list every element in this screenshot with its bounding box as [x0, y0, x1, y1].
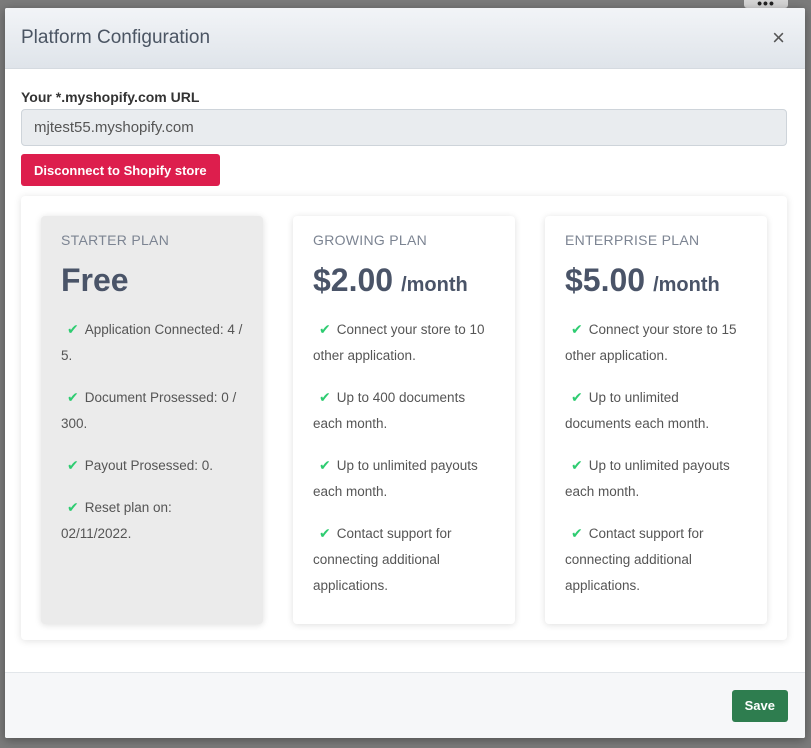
- background-menu-button: •••: [744, 0, 788, 11]
- feature-item: ✔ Contact support for connecting addition…: [565, 520, 747, 599]
- modal-body: Your *.myshopify.com URL Disconnect to S…: [5, 69, 805, 640]
- close-icon[interactable]: ×: [772, 27, 785, 49]
- check-icon: ✔: [319, 389, 331, 405]
- check-icon: ✔: [67, 389, 79, 405]
- feature-item: ✔ Document Prosessed: 0 / 300.: [61, 384, 243, 437]
- price-amount: $2.00: [313, 262, 394, 298]
- feature-text: Payout Prosessed: 0.: [84, 458, 214, 473]
- feature-text: Up to unlimited payouts each month.: [313, 458, 478, 499]
- feature-text: Contact support for connecting additiona…: [565, 526, 704, 593]
- plan-name: ENTERPRISE PLAN: [565, 232, 700, 248]
- plans-panel: STARTER PLAN Free ✔ Application Connected…: [21, 196, 787, 640]
- feature-item: ✔ Up to unlimited documents each month.: [565, 384, 747, 437]
- feature-text: Document Prosessed: 0 / 300.: [61, 390, 237, 431]
- platform-configuration-modal: Platform Configuration × Your *.myshopif…: [5, 8, 805, 738]
- feature-list: ✔ Connect your store to 15 other applicat…: [565, 316, 747, 599]
- check-icon: ✔: [319, 457, 331, 473]
- shopify-url-input[interactable]: [21, 109, 787, 146]
- modal-footer: Save: [5, 672, 805, 738]
- more-icon: •••: [757, 0, 775, 11]
- feature-item: ✔ Application Connected: 4 / 5.: [61, 316, 243, 369]
- modal-header: Platform Configuration ×: [5, 8, 805, 69]
- disconnect-shopify-button[interactable]: Disconnect to Shopify store: [21, 154, 220, 186]
- plan-price: $2.00 /month: [313, 262, 495, 302]
- check-icon: ✔: [67, 321, 79, 337]
- feature-list: ✔ Application Connected: 4 / 5. ✔ Document…: [61, 316, 243, 547]
- plan-card-growing: GROWING PLAN $2.00 /month ✔ Connect your …: [293, 216, 515, 624]
- feature-item: ✔ Payout Prosessed: 0.: [61, 452, 243, 479]
- check-icon: ✔: [67, 457, 79, 473]
- modal-title: Platform Configuration: [21, 27, 211, 48]
- feature-item: ✔ Connect your store to 15 other applicat…: [565, 316, 747, 369]
- feature-text: Connect your store to 10 other applicati…: [313, 322, 485, 363]
- feature-text: Up to unlimited documents each month.: [565, 390, 710, 431]
- plan-name: STARTER PLAN: [61, 232, 170, 248]
- feature-text: Contact support for connecting additiona…: [313, 526, 452, 593]
- check-icon: ✔: [319, 321, 331, 337]
- check-icon: ✔: [319, 525, 331, 541]
- feature-item: ✔ Contact support for connecting addition…: [313, 520, 495, 599]
- feature-text: Up to unlimited payouts each month.: [565, 458, 730, 499]
- plan-card-enterprise: ENTERPRISE PLAN $5.00 /month ✔ Connect yo…: [545, 216, 767, 624]
- plan-name: GROWING PLAN: [313, 232, 428, 248]
- check-icon: ✔: [571, 321, 583, 337]
- feature-item: ✔ Up to 400 documents each month.: [313, 384, 495, 437]
- shopify-url-label: Your *.myshopify.com URL: [21, 89, 200, 105]
- feature-item: ✔ Up to unlimited payouts each month.: [565, 452, 747, 505]
- feature-text: Connect your store to 15 other applicati…: [565, 322, 737, 363]
- plan-card-starter: STARTER PLAN Free ✔ Application Connected…: [41, 216, 263, 624]
- price-amount: $5.00: [565, 262, 646, 298]
- feature-text: Application Connected: 4 / 5.: [61, 322, 243, 363]
- check-icon: ✔: [571, 457, 583, 473]
- price-period: /month: [653, 274, 720, 296]
- feature-item: ✔ Up to unlimited payouts each month.: [313, 452, 495, 505]
- price-amount: Free: [61, 262, 129, 298]
- plan-price: Free: [61, 262, 243, 302]
- feature-list: ✔ Connect your store to 10 other applicat…: [313, 316, 495, 599]
- save-button[interactable]: Save: [731, 689, 788, 722]
- price-period: /month: [401, 274, 468, 296]
- feature-item: ✔ Connect your store to 10 other applicat…: [313, 316, 495, 369]
- check-icon: ✔: [67, 499, 79, 515]
- check-icon: ✔: [571, 389, 583, 405]
- check-icon: ✔: [571, 525, 583, 541]
- feature-item: ✔ Reset plan on: 02/11/2022.: [61, 494, 243, 547]
- plan-price: $5.00 /month: [565, 262, 747, 302]
- feature-text: Up to 400 documents each month.: [313, 390, 466, 431]
